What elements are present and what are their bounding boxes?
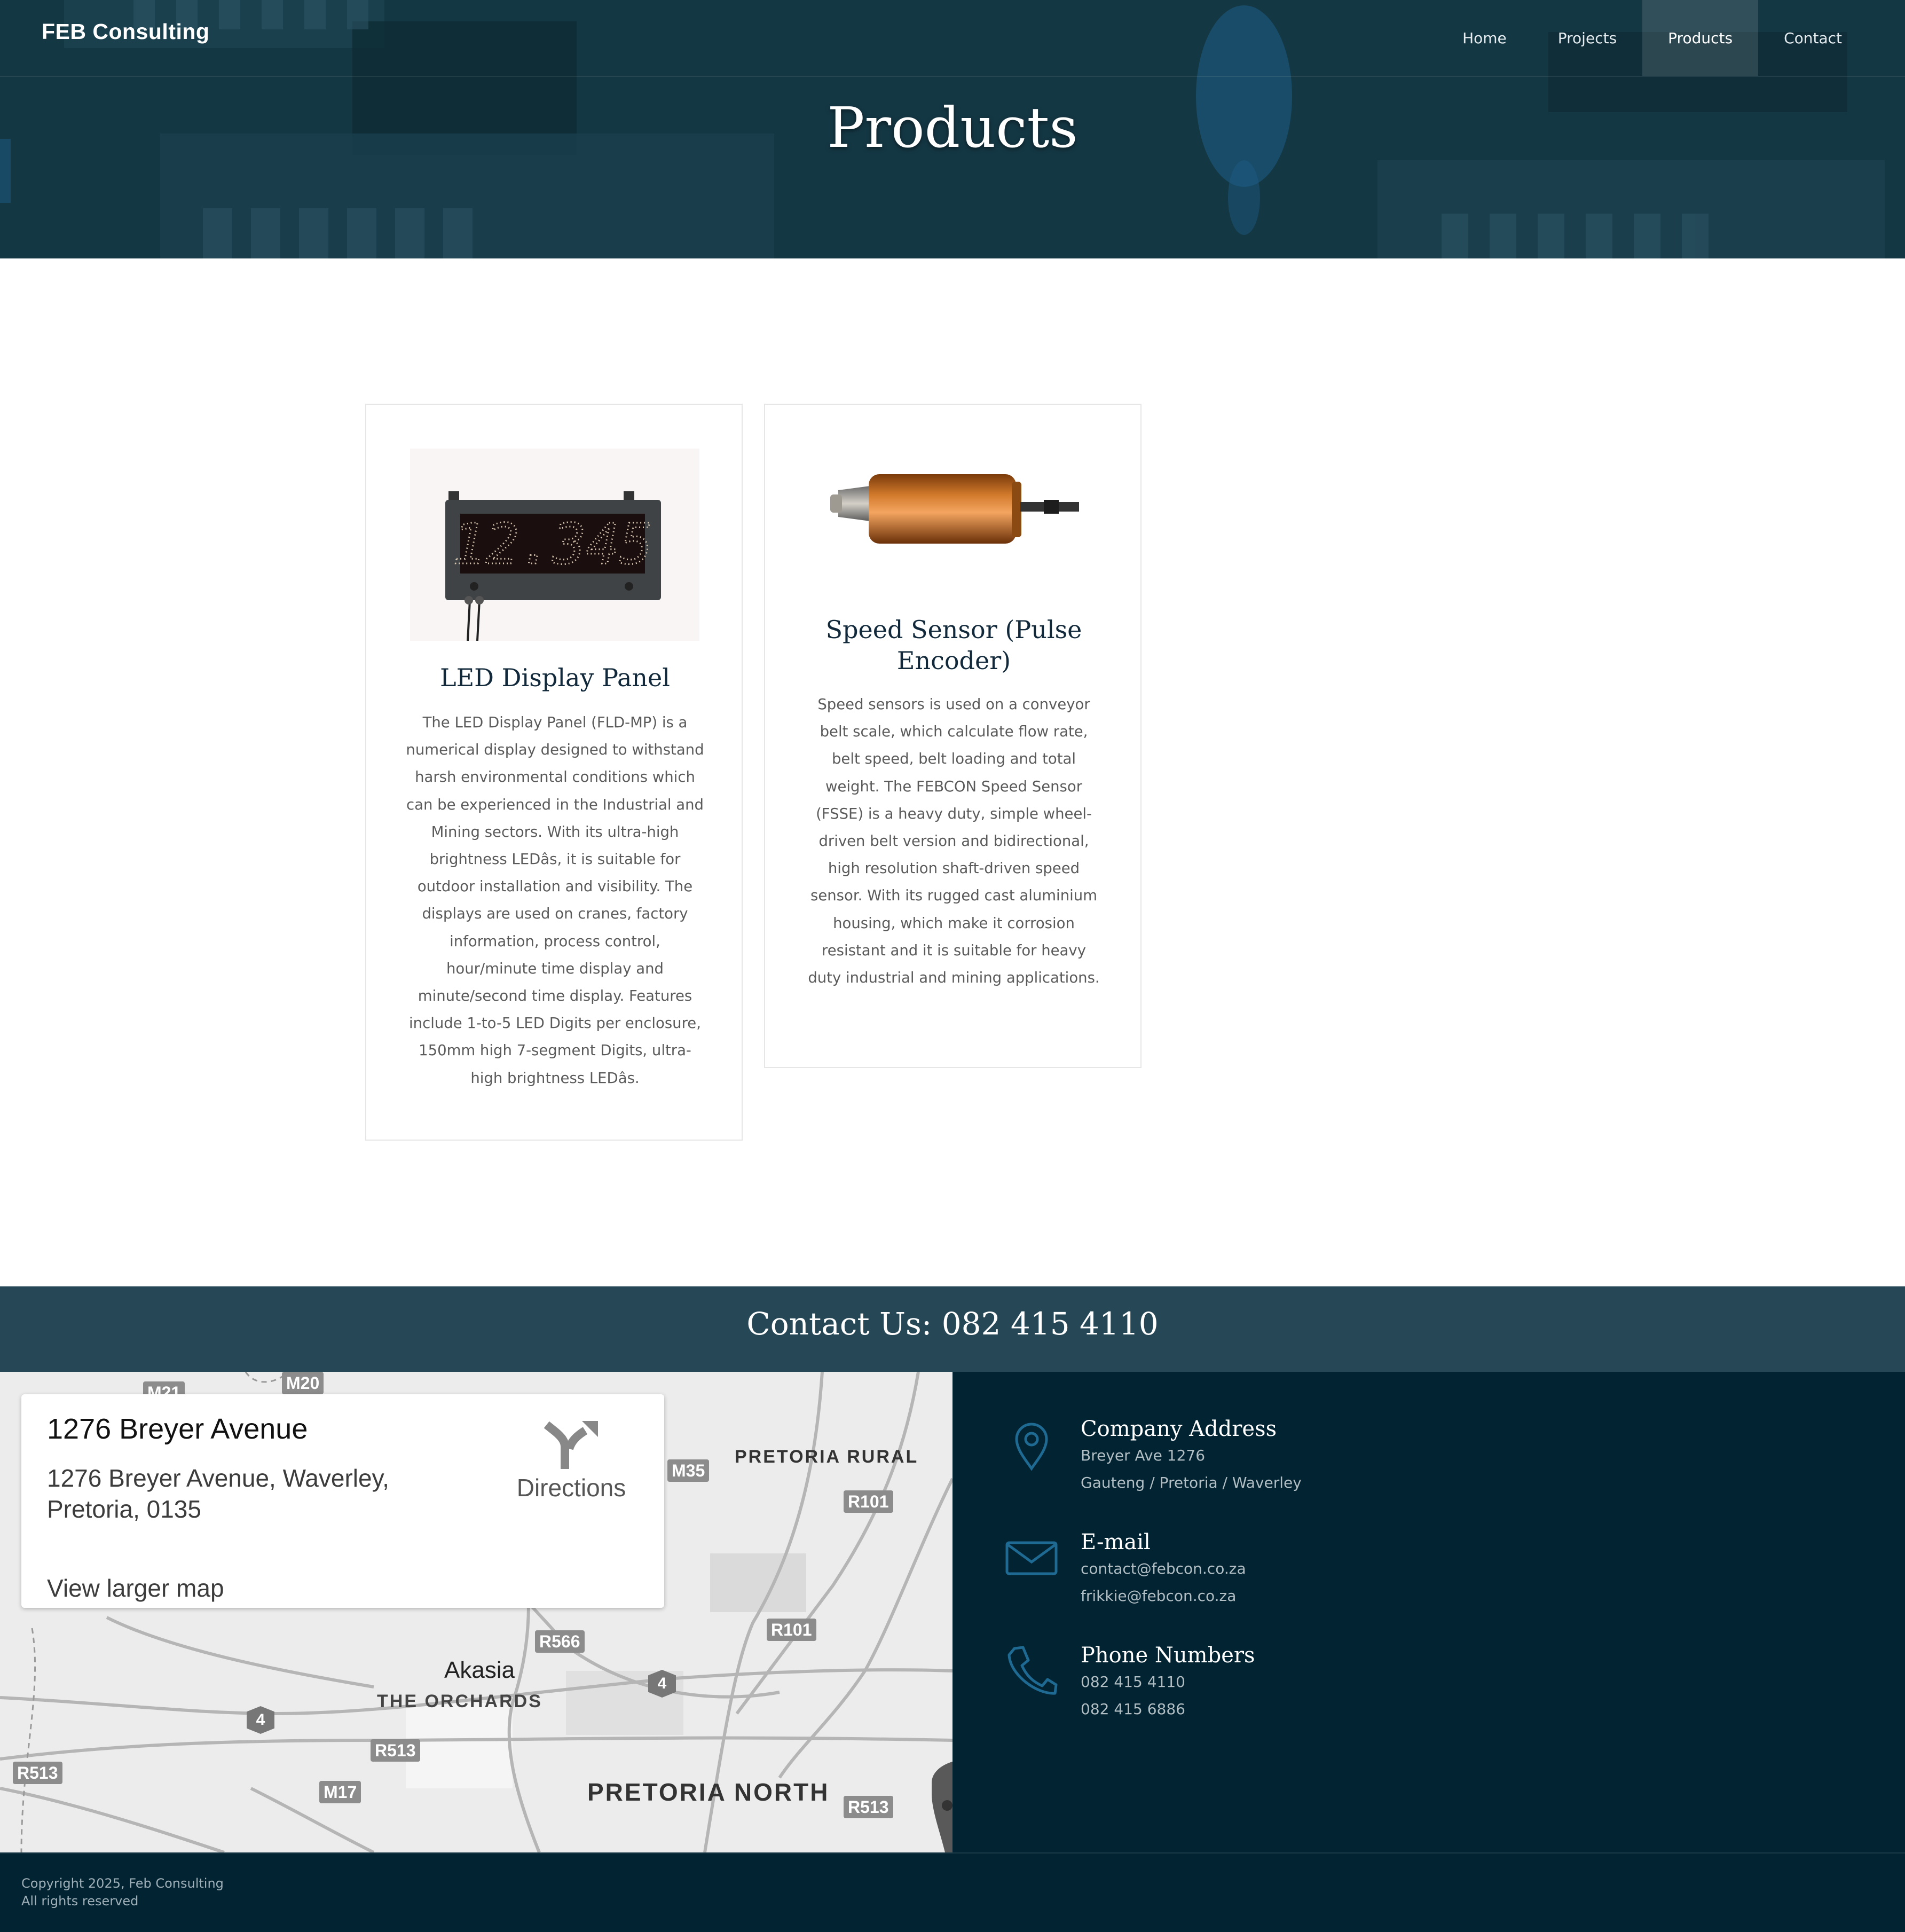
map-place-title: 1276 Breyer Avenue	[47, 1413, 308, 1445]
hero-header: FEB Consulting Home Projects Products Co…	[0, 0, 1905, 258]
nav-contact[interactable]: Contact	[1758, 0, 1868, 76]
phone-icon	[1007, 1646, 1058, 1695]
top-navbar: FEB Consulting Home Projects Products Co…	[0, 0, 1905, 77]
road-shield-r513-west: R513	[13, 1762, 62, 1784]
road-shield-r101: R101	[844, 1490, 893, 1513]
highway-shield-4-east: 4	[648, 1670, 676, 1698]
embedded-map[interactable]: PRETORIA RURAL Akasia THE ORCHARDS PRETO…	[0, 1372, 952, 1852]
road-shield-r513-east: R513	[844, 1796, 893, 1818]
info-heading: E-mail	[1081, 1530, 1151, 1554]
product-title: Speed Sensor (Pulse Encoder)	[825, 615, 1082, 675]
road-shield-m20: M20	[282, 1372, 324, 1394]
map-label-pretoria-rural: PRETORIA RURAL	[735, 1447, 919, 1467]
info-line: Breyer Ave 1276	[1081, 1447, 1206, 1464]
product-description: Speed sensors is used on a conveyor belt…	[808, 696, 1100, 987]
road-shield-r566: R566	[535, 1630, 585, 1653]
info-heading: Company Address	[1081, 1417, 1277, 1441]
copyright-text: Copyright 2025, Feb Consulting	[21, 1876, 224, 1891]
map-label-the-orchards: THE ORCHARDS	[377, 1691, 542, 1711]
road-shield-m35: M35	[667, 1459, 710, 1482]
brand-logo[interactable]: FEB Consulting	[42, 19, 209, 44]
phone-number[interactable]: 082 415 4110	[1081, 1673, 1185, 1691]
road-shield-r101-south: R101	[767, 1619, 816, 1641]
info-heading: Phone Numbers	[1081, 1643, 1255, 1668]
road-shield-m17: M17	[319, 1781, 361, 1803]
site-footer: Copyright 2025, Feb Consulting All right…	[0, 1852, 1905, 1932]
email-link[interactable]: contact@febcon.co.za	[1081, 1560, 1246, 1577]
map-label-akasia: Akasia	[444, 1657, 515, 1683]
contact-banner: Contact Us: 082 415 4110	[0, 1286, 1905, 1372]
speed-sensor-image	[809, 437, 1098, 629]
view-larger-map-link[interactable]: View larger map	[47, 1574, 224, 1603]
envelope-icon	[1005, 1541, 1058, 1575]
location-pin-icon	[1015, 1423, 1048, 1471]
email-link[interactable]: frikkie@febcon.co.za	[1081, 1587, 1236, 1605]
info-line: Gauteng / Pretoria / Waverley	[1081, 1474, 1302, 1491]
nav-products[interactable]: Products	[1642, 0, 1759, 76]
map-place-address: 1276 Breyer Avenue, Waverley, Pretoria, …	[47, 1464, 389, 1523]
led-display-panel-image: 12.345	[410, 449, 699, 641]
contact-info-panel: Company Address Breyer Ave 1276 Gauteng …	[952, 1372, 1905, 1852]
map-place-card: 1276 Breyer Avenue 1276 Breyer Avenue, W…	[21, 1394, 664, 1608]
rights-text: All rights reserved	[21, 1894, 139, 1909]
directions-icon	[544, 1421, 598, 1471]
highway-shield-4-west: 4	[247, 1706, 274, 1734]
product-card-led-display: 12.345 LED Display Panel The LED Display…	[365, 404, 743, 1141]
phone-number[interactable]: 082 415 6886	[1081, 1700, 1185, 1718]
product-title: LED Display Panel	[440, 663, 670, 692]
product-card-speed-sensor: Speed Sensor (Pulse Encoder) Speed senso…	[764, 404, 1142, 1068]
nav-projects[interactable]: Projects	[1532, 0, 1642, 76]
road-shield-r513: R513	[371, 1739, 420, 1762]
nav-home[interactable]: Home	[1437, 0, 1532, 76]
map-label-pretoria-north: PRETORIA NORTH	[587, 1778, 830, 1806]
directions-label: Directions	[516, 1474, 626, 1502]
led-digits-text: 12.345	[452, 512, 653, 577]
main-nav: Home Projects Products Contact	[1437, 0, 1868, 76]
directions-button[interactable]: Directions	[502, 1416, 641, 1512]
product-description: The LED Display Panel (FLD-MP) is a nume…	[406, 714, 704, 1087]
page-title: Products	[827, 95, 1078, 160]
